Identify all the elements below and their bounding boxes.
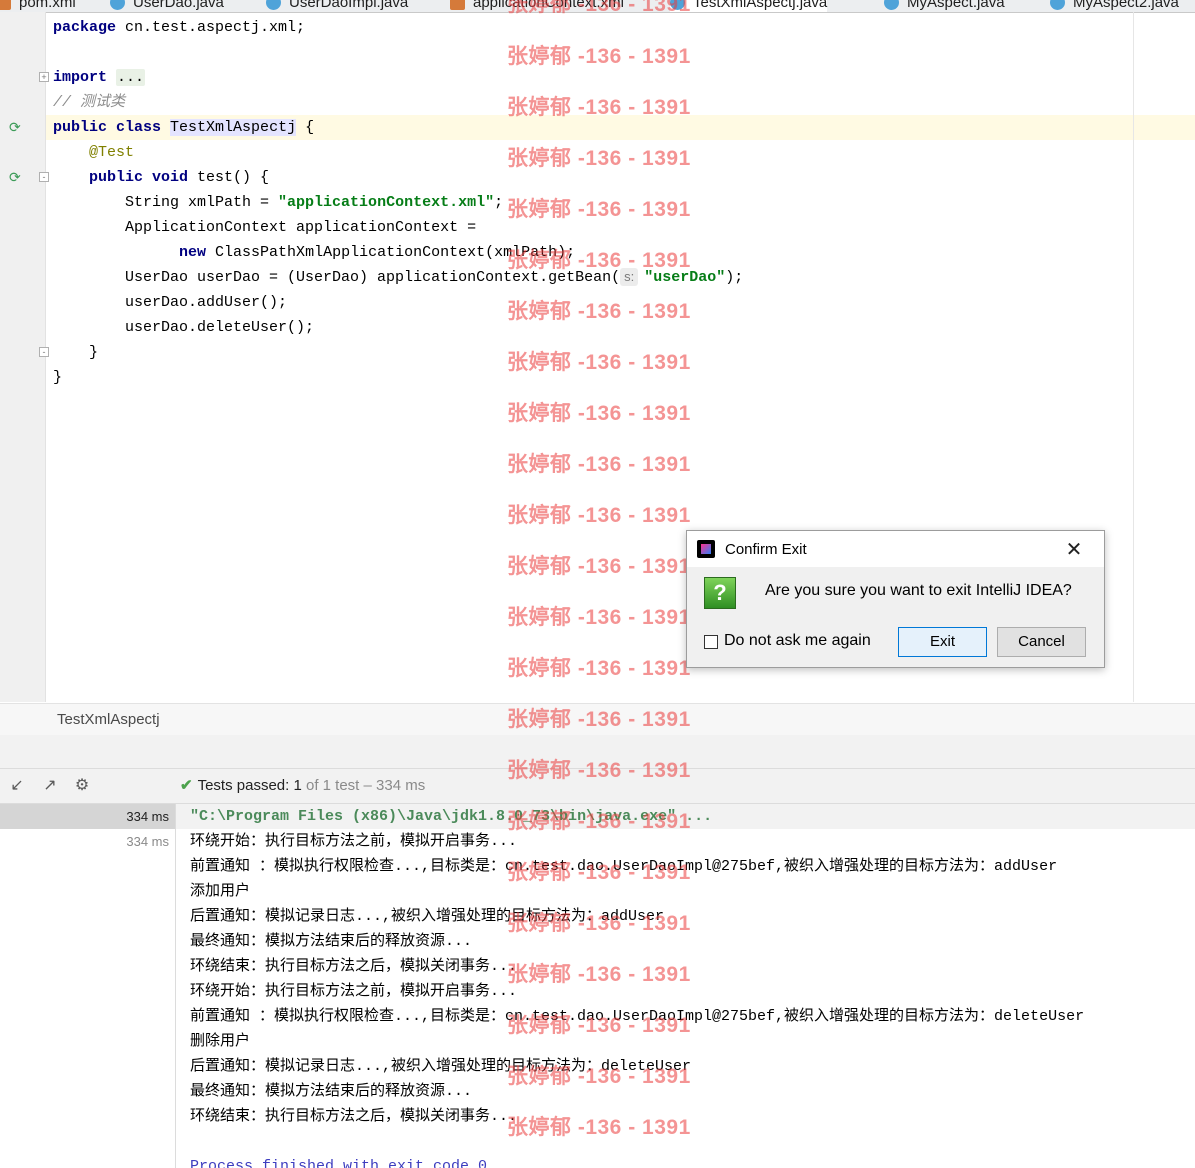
dialog-title: Confirm Exit	[725, 541, 807, 558]
run-test-class-icon[interactable]: ⟳	[9, 119, 25, 135]
export-results-icon[interactable]: ↗	[40, 776, 60, 796]
code-line: package cn.test.aspectj.xml;	[53, 19, 306, 36]
confirm-exit-dialog: Confirm Exit ✕ ? Are you sure you want t…	[686, 530, 1105, 668]
folded-imports[interactable]: ...	[116, 69, 146, 86]
watermark: 张婷郁 -136 - 1391	[507, 1116, 691, 1139]
code-line: public class TestXmlAspectj {	[53, 119, 315, 136]
watermark: 张婷郁 -136 - 1391	[507, 504, 691, 527]
tab-myaspect2-java[interactable]: MyAspect2.java	[1050, 0, 1179, 12]
console-line: Process finished with exit code 0	[190, 1158, 488, 1168]
check-icon: ✔	[180, 777, 193, 794]
run-test-method-icon[interactable]: ⟳	[9, 169, 25, 185]
console-line: 环绕结束：执行目标方法之后，模拟关闭事务...	[190, 958, 518, 975]
tab-pom-xml[interactable]: pom.xml	[0, 0, 76, 12]
close-icon[interactable]: ✕	[1059, 537, 1089, 562]
dialog-message: Are you sure you want to exit IntelliJ I…	[765, 582, 1072, 599]
editor-gutter: ⟳ ⟳ + - -	[0, 12, 49, 702]
watermark: 张婷郁 -136 - 1391	[507, 1014, 691, 1037]
watermark: 张婷郁 -136 - 1391	[507, 606, 691, 629]
class-icon	[1050, 0, 1065, 10]
tree-row-root[interactable]: 334 ms	[0, 804, 175, 829]
console-line: 环绕开始：执行目标方法之前，模拟开启事务...	[190, 983, 518, 1000]
watermark: 张婷郁 -136 - 1391	[507, 96, 691, 119]
watermark: 张婷郁 -136 - 1391	[507, 198, 691, 221]
watermark: 张婷郁 -136 - 1391	[507, 1065, 691, 1088]
watermark: 张婷郁 -136 - 1391	[507, 759, 691, 782]
cancel-button[interactable]: Cancel	[997, 627, 1086, 657]
gear-icon[interactable]: ⚙	[72, 776, 92, 796]
class-icon	[266, 0, 281, 10]
watermark: 张婷郁 -136 - 1391	[507, 453, 691, 476]
code-line: userDao.addUser();	[125, 294, 288, 311]
xml-file-icon	[450, 0, 465, 10]
code-line: @Test	[89, 144, 135, 161]
collapse-all-icon[interactable]: ↙	[7, 776, 27, 796]
watermark: 张婷郁 -136 - 1391	[507, 555, 691, 578]
console-line: 环绕结束：执行目标方法之后，模拟关闭事务...	[190, 1108, 518, 1125]
tab-myaspect-java[interactable]: MyAspect.java	[884, 0, 1005, 12]
do-not-ask-label[interactable]: Do not ask me again	[724, 632, 871, 650]
tab-userdao-java[interactable]: UserDao.java	[110, 0, 224, 12]
console-line: 删除用户	[190, 1033, 251, 1050]
test-results-tree: 334 ms 334 ms	[0, 804, 176, 1168]
console-line: 最终通知：模拟方法结束后的释放资源...	[190, 933, 473, 950]
question-icon: ?	[704, 577, 736, 609]
watermark: 张婷郁 -136 - 1391	[507, 351, 691, 374]
exit-button[interactable]: Exit	[898, 627, 987, 657]
code-line: userDao.deleteUser();	[125, 319, 315, 336]
watermark: 张婷郁 -136 - 1391	[507, 300, 691, 323]
tree-row-test[interactable]: 334 ms	[0, 829, 175, 854]
watermark: 张婷郁 -136 - 1391	[507, 810, 691, 833]
watermark: 张婷郁 -136 - 1391	[507, 147, 691, 170]
tab-userdaoimpl-java[interactable]: UserDaoImpl.java	[266, 0, 408, 12]
tests-status: ✔ Tests passed: 1 of 1 test – 334 ms	[180, 777, 426, 794]
intellij-app-icon	[697, 540, 715, 558]
console-line: 最终通知：模拟方法结束后的释放资源...	[190, 1083, 473, 1100]
right-margin-guide	[1133, 12, 1134, 702]
code-line: new ClassPathXmlApplicationContext(xmlPa…	[179, 244, 576, 261]
code-line: import ...	[53, 69, 146, 86]
code-line: String xmlPath = "applicationContext.xml…	[125, 194, 504, 211]
code-line: // 测试类	[53, 94, 126, 111]
do-not-ask-checkbox[interactable]	[704, 635, 718, 649]
code-line: ApplicationContext applicationContext =	[125, 219, 477, 236]
breadcrumb-item[interactable]: TestXmlAspectj	[57, 711, 160, 728]
watermark: 张婷郁 -136 - 1391	[507, 249, 691, 272]
watermark: 张婷郁 -136 - 1391	[507, 708, 691, 731]
watermark: 张婷郁 -136 - 1391	[507, 861, 691, 884]
xml-file-icon	[0, 0, 11, 10]
code-line: }	[89, 344, 99, 361]
watermark: 张婷郁 -136 - 1391	[507, 45, 691, 68]
watermark: 张婷郁 -136 - 1391	[507, 912, 691, 935]
dialog-title-bar: Confirm Exit ✕	[687, 531, 1104, 567]
watermark: 张婷郁 -136 - 1391	[507, 402, 691, 425]
console-line: 环绕开始：执行目标方法之前，模拟开启事务...	[190, 833, 518, 850]
code-line: public void test() {	[89, 169, 270, 186]
watermark: 张婷郁 -136 - 1391	[507, 657, 691, 680]
interface-icon	[110, 0, 125, 10]
watermark: 张婷郁 -136 - 1391	[507, 0, 691, 16]
watermark: 张婷郁 -136 - 1391	[507, 963, 691, 986]
code-line: }	[53, 369, 63, 386]
console-line: 添加用户	[190, 883, 251, 900]
class-icon	[884, 0, 899, 10]
